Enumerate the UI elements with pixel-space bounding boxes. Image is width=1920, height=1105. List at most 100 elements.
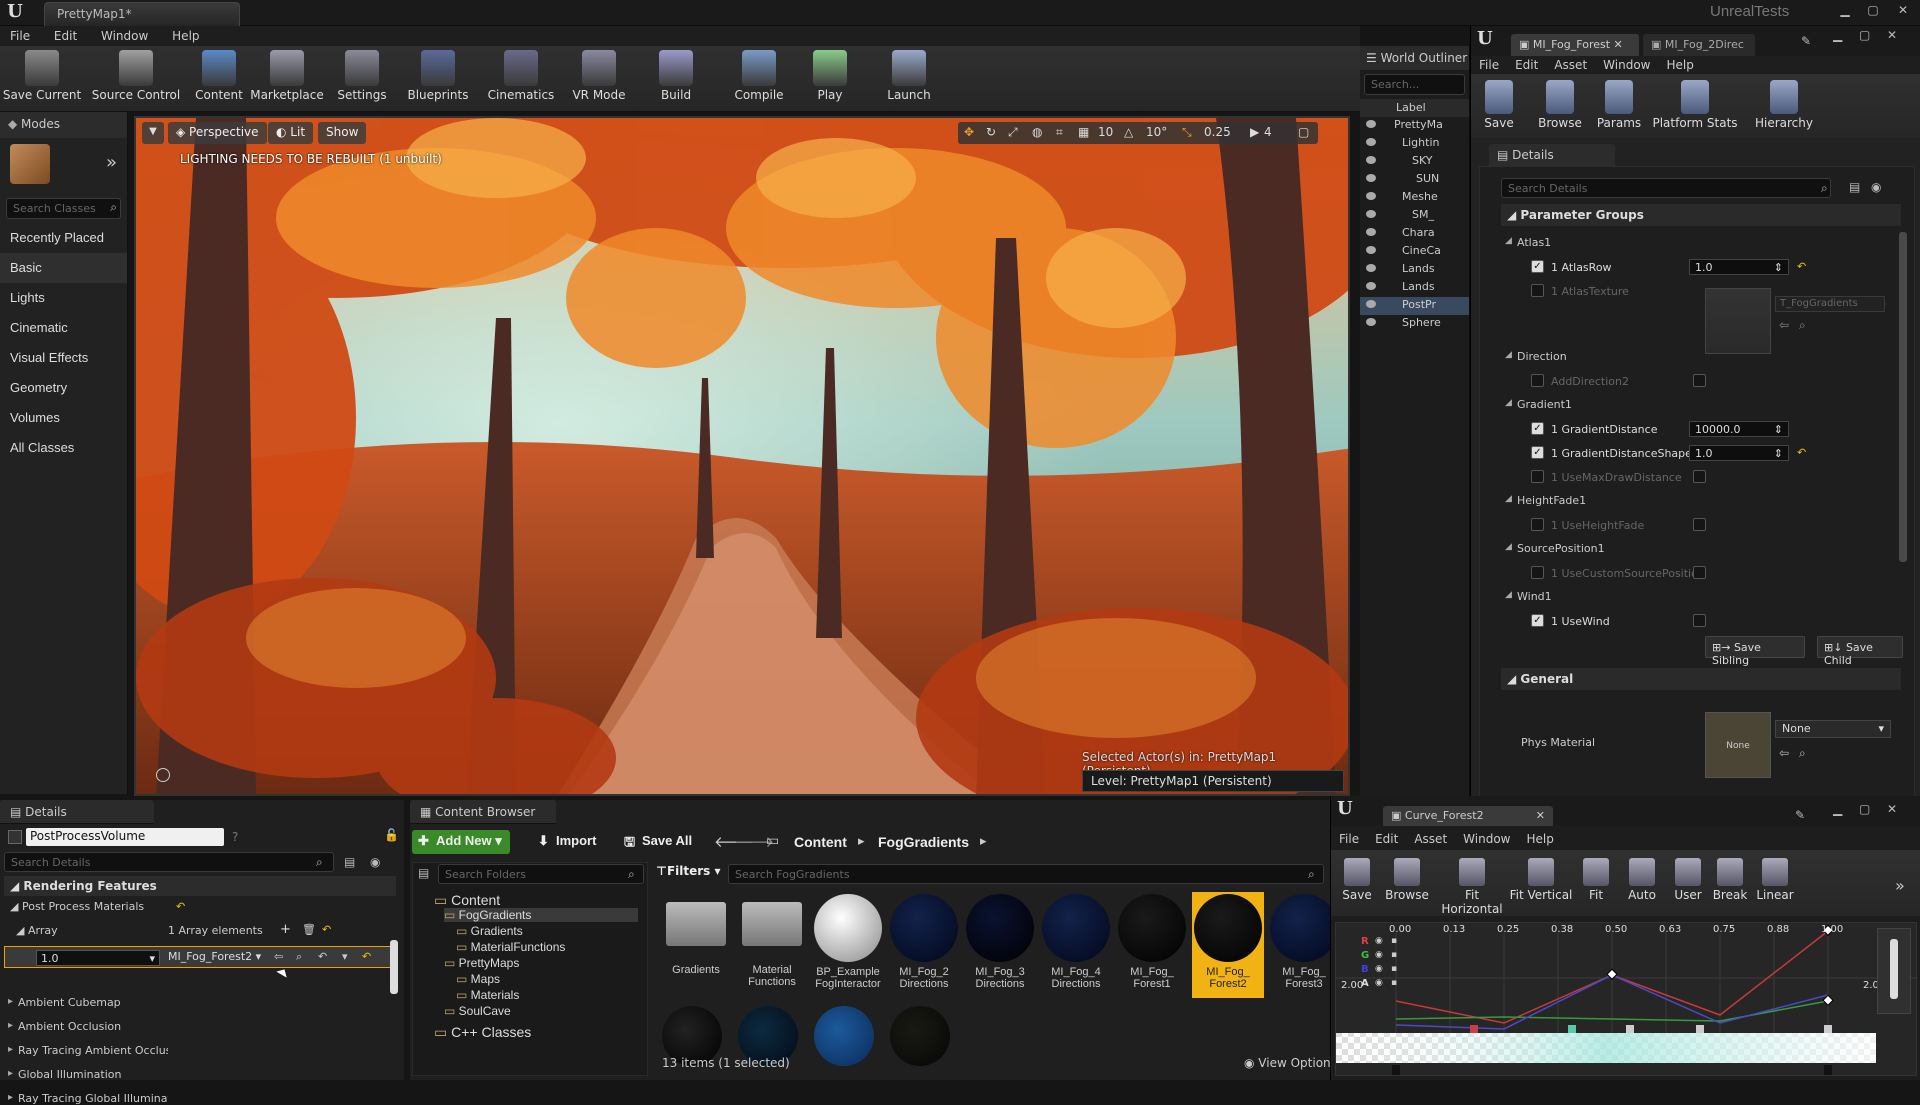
eye-icon[interactable]: ◉ bbox=[1375, 964, 1383, 974]
param-value-checkbox[interactable] bbox=[1693, 518, 1706, 531]
asset-tile[interactable]: Gradients bbox=[660, 892, 732, 998]
menu-window[interactable]: Window bbox=[1455, 830, 1518, 848]
menu-edit[interactable]: Edit bbox=[44, 26, 87, 43]
param-value-field[interactable]: 1.0 ⇕ bbox=[1689, 445, 1789, 461]
outliner-row[interactable]: Sphere bbox=[1360, 315, 1469, 333]
level-viewport[interactable]: ▼ ◈ Perspective ◐ Lit Show LIGHTING NEED… bbox=[134, 116, 1350, 796]
lock-icon[interactable]: ▪ bbox=[1391, 936, 1397, 946]
lock-icon[interactable]: ▪ bbox=[1391, 978, 1397, 988]
settings-button[interactable]: Settings bbox=[330, 48, 394, 110]
fit-horizontal-button[interactable]: Fit Horizontal bbox=[1437, 854, 1507, 916]
outliner-row[interactable]: Lands bbox=[1360, 261, 1469, 279]
folder-materialfunctions[interactable]: ▭ MaterialFunctions bbox=[456, 940, 565, 954]
source-control-button[interactable]: Source Control bbox=[88, 48, 184, 110]
details-section-4[interactable]: Ray Tracing Global Illuminati bbox=[18, 1092, 168, 1105]
details-search-input[interactable]: Search Details bbox=[4, 852, 334, 872]
launch-button[interactable]: Launch bbox=[868, 48, 950, 110]
expand-arrow-icon[interactable]: ▸ bbox=[8, 1044, 13, 1055]
eye-icon[interactable] bbox=[1366, 318, 1376, 326]
param-checkbox[interactable]: ✓ bbox=[1531, 260, 1544, 273]
chevron-right-icon[interactable]: » bbox=[106, 152, 117, 173]
param-value-field[interactable]: 1.0 ⇕ bbox=[1689, 259, 1789, 275]
rotate-icon[interactable]: ↻ bbox=[986, 125, 996, 139]
element-asset-dropdown[interactable]: MI_Fog_Forest2 ▾ bbox=[168, 950, 264, 966]
maximize-icon[interactable]: ▢ bbox=[1859, 802, 1870, 816]
use-selected-icon[interactable]: ⇦ bbox=[1779, 318, 1789, 332]
close-icon[interactable]: ✕ bbox=[1890, 3, 1916, 21]
tab-mi-fog-forest[interactable]: ▣ MI_Fog_Forest ✕ bbox=[1511, 34, 1639, 56]
lock-icon[interactable]: ▪ bbox=[1391, 964, 1397, 974]
outliner-row[interactable]: Lightin bbox=[1360, 135, 1469, 153]
group-atlas1[interactable]: Atlas1 bbox=[1517, 236, 1551, 249]
vr-mode-button[interactable]: VR Mode bbox=[564, 48, 634, 110]
search-folders-input[interactable]: Search Folders bbox=[438, 864, 644, 884]
mode-category-recently-placed[interactable]: Recently Placed bbox=[0, 223, 127, 253]
level-tab[interactable]: PrettyMap1* bbox=[44, 2, 240, 26]
surface-snap-icon[interactable]: ⌗ bbox=[1056, 125, 1063, 140]
mode-category-volumes[interactable]: Volumes bbox=[0, 403, 127, 433]
collapse-arrow-icon[interactable]: ◢ bbox=[1505, 236, 1512, 246]
grid-snap-value[interactable]: 10 bbox=[1098, 125, 1113, 139]
param-value-field[interactable]: 10000.0 ⇕ bbox=[1689, 421, 1789, 437]
search-assets-input[interactable]: Search FogGradients bbox=[728, 864, 1324, 884]
asset-tile[interactable]: MI_Fog_3 Directions bbox=[964, 892, 1036, 998]
angle-snap-icon[interactable]: △ bbox=[1124, 125, 1133, 139]
eye-icon[interactable] bbox=[1366, 300, 1376, 308]
expand-arrow-icon[interactable]: ▸ bbox=[8, 996, 13, 1007]
fit-button[interactable]: Fit bbox=[1575, 854, 1617, 914]
linear-button[interactable]: Linear bbox=[1751, 854, 1799, 914]
menu-edit[interactable]: Edit bbox=[1507, 56, 1546, 74]
viewport-options-dropdown[interactable]: ▼ bbox=[142, 122, 164, 144]
show-button[interactable]: Show bbox=[318, 122, 367, 144]
element-value-field[interactable]: 1.0 ▾ bbox=[36, 950, 160, 966]
lock-icon[interactable]: ▪ bbox=[1391, 950, 1397, 960]
channel-g[interactable]: G bbox=[1361, 950, 1369, 961]
param-checkbox[interactable]: ✓ bbox=[1531, 422, 1544, 435]
eye-icon[interactable] bbox=[1366, 156, 1376, 164]
angle-snap-value[interactable]: 10° bbox=[1146, 125, 1167, 139]
actor-name-field[interactable]: PostProcessVolume bbox=[26, 828, 224, 846]
menu-asset[interactable]: Asset bbox=[1406, 830, 1455, 848]
search-icon[interactable]: ⌕ bbox=[1821, 181, 1828, 196]
outliner-row[interactable]: Chara bbox=[1360, 225, 1469, 243]
param-value-checkbox[interactable] bbox=[1693, 614, 1706, 627]
menu-window[interactable]: Window bbox=[1595, 56, 1658, 74]
browse-button[interactable]: Browse bbox=[1381, 854, 1433, 914]
scale-icon[interactable]: ⤢ bbox=[1008, 125, 1018, 140]
param-value-checkbox[interactable] bbox=[1693, 374, 1706, 387]
view-options-icon[interactable]: ▤ bbox=[1849, 180, 1860, 194]
trash-icon[interactable]: 🗑 bbox=[302, 923, 316, 936]
import-button[interactable]: ⬇ Import bbox=[532, 830, 604, 854]
minimize-icon[interactable]: ▁ bbox=[1833, 28, 1842, 42]
eye-icon[interactable] bbox=[1366, 192, 1376, 200]
reset-icon[interactable]: ↶ bbox=[176, 900, 185, 913]
mode-category-all-classes[interactable]: All Classes bbox=[0, 433, 127, 463]
parameter-groups-header[interactable]: ◢ Parameter Groups bbox=[1501, 204, 1901, 226]
asset-thumb-extra[interactable] bbox=[890, 1006, 950, 1066]
breadcrumb-content[interactable]: Content bbox=[794, 834, 847, 850]
outliner-row[interactable]: PostPr bbox=[1360, 297, 1469, 315]
add-element-icon[interactable]: + bbox=[280, 922, 291, 937]
param-checkbox[interactable] bbox=[1531, 374, 1544, 387]
menu-help[interactable]: Help bbox=[1518, 830, 1561, 848]
mode-category-lights[interactable]: Lights bbox=[0, 283, 127, 313]
tab-mi-fog-2direc[interactable]: ▣ MI_Fog_2Direc bbox=[1643, 34, 1755, 56]
marketplace-button[interactable]: Marketplace bbox=[248, 48, 326, 110]
asset-tile[interactable]: Material Functions bbox=[736, 892, 808, 998]
search-icon[interactable]: ⌕ bbox=[110, 200, 117, 215]
eye-icon[interactable]: ◉ bbox=[1375, 978, 1383, 988]
phys-material-dropdown[interactable]: None ▾ bbox=[1775, 720, 1891, 738]
details-tab[interactable]: ▤ Details bbox=[1489, 144, 1615, 166]
platform-stats-button[interactable]: Platform Stats bbox=[1649, 78, 1741, 140]
pin-icon[interactable]: ✎ bbox=[1795, 808, 1805, 822]
channel-r[interactable]: R bbox=[1361, 936, 1369, 947]
outliner-row[interactable]: SKY bbox=[1360, 153, 1469, 171]
eye-icon[interactable]: ◉ bbox=[1375, 950, 1383, 960]
channel-b[interactable]: B bbox=[1361, 964, 1369, 975]
reset-icon[interactable]: ↶ bbox=[1797, 260, 1806, 273]
array-row[interactable]: ◢ Array bbox=[16, 924, 58, 937]
content-button[interactable]: Content bbox=[190, 48, 248, 110]
menu-asset[interactable]: Asset bbox=[1546, 56, 1595, 74]
curve-graph[interactable] bbox=[1335, 922, 1918, 1076]
scale-snap-value[interactable]: 0.25 bbox=[1204, 125, 1231, 139]
